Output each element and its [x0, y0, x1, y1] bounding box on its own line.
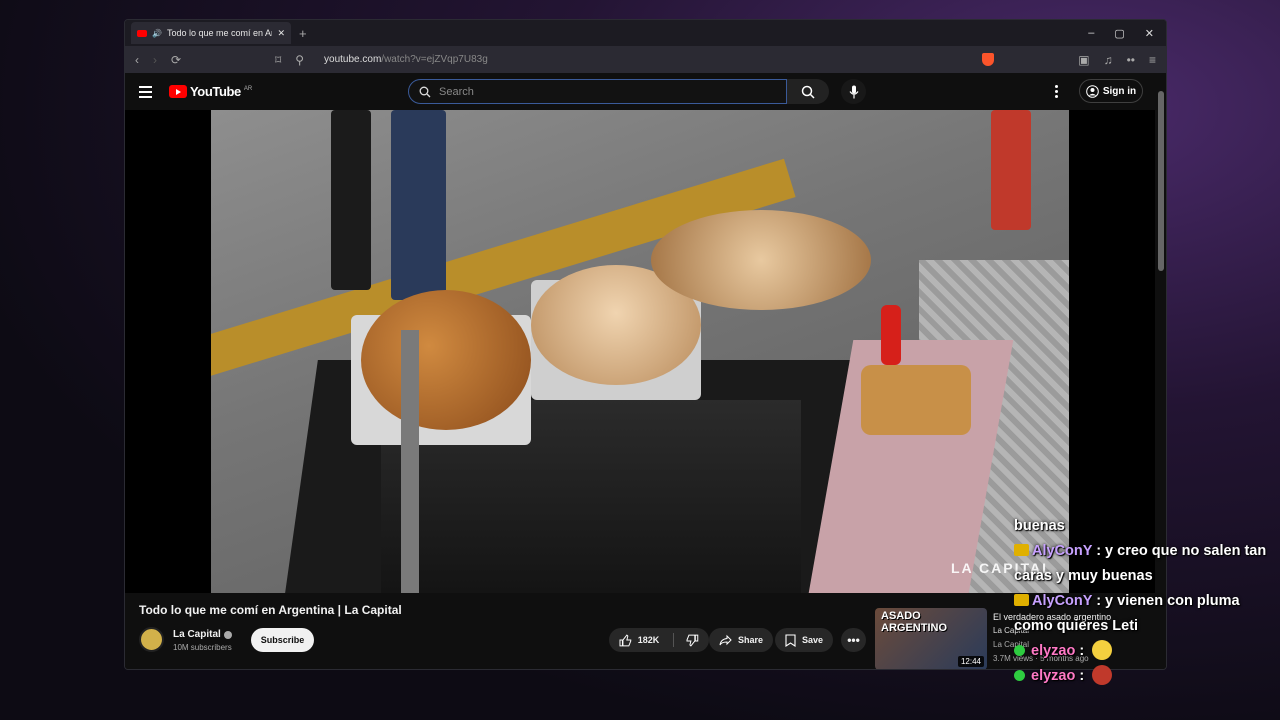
extension-icon[interactable]: •• [1127, 53, 1135, 67]
microphone-icon [849, 85, 858, 98]
reload-icon[interactable]: ⟳ [171, 53, 181, 67]
chat-username: AlyConY [1032, 543, 1093, 559]
sandwich-pile [651, 210, 871, 310]
back-arrow-icon[interactable]: ‹ [135, 53, 139, 67]
bookmark-icon[interactable]: ⌑ [275, 53, 281, 67]
video-info-panel: Todo lo que me comí en Argentina | La Ca… [125, 593, 1155, 669]
close-tab-icon[interactable]: ✕ [277, 28, 285, 39]
hamburger-menu-icon[interactable] [139, 85, 152, 98]
crown-badge-icon [1014, 544, 1029, 556]
sign-in-label: Sign in [1102, 85, 1137, 97]
pedestrian [331, 110, 371, 290]
pedestrian [391, 110, 446, 300]
video-title: Todo lo que me comí en Argentina | La Ca… [139, 603, 402, 617]
youtube-favicon-icon [137, 29, 147, 37]
video-frame[interactable]: LA CAPITAL [211, 110, 1069, 593]
close-window-button[interactable]: ✕ [1145, 27, 1154, 40]
sidebar-toggle-icon[interactable]: ▣ [1078, 53, 1089, 67]
cart-pole [401, 330, 419, 593]
address-bar: ‹ › ⟳ ⌑ ⚲ youtube.com/watch?v=ejZVqp7U83… [125, 46, 1166, 73]
tab-strip: 🔊 Todo lo que me comí en Arge ✕ + – ▢ ✕ [125, 20, 1166, 46]
chat-username: elyzao [1031, 668, 1076, 684]
search-icon [419, 86, 431, 97]
thumbs-down-icon[interactable] [686, 634, 699, 647]
chat-username: elyzao [1031, 643, 1076, 659]
pedestrian [991, 110, 1031, 230]
green-badge-icon [1014, 670, 1025, 681]
chat-message: buenas [1014, 514, 1280, 539]
chat-text: buenas [1014, 518, 1065, 534]
youtube-logo[interactable]: YouTube AR [169, 84, 252, 99]
media-icon[interactable]: ♫ [1104, 53, 1113, 67]
share-button[interactable]: Share [709, 628, 774, 652]
channel-avatar[interactable] [139, 627, 164, 652]
chat-message: elyzao : [1014, 664, 1280, 689]
search-box [408, 79, 787, 104]
video-player[interactable]: LA CAPITAL [125, 110, 1155, 593]
recommended-thumbnail[interactable]: ASADO ARGENTINO 12:44 [875, 608, 987, 669]
save-button[interactable]: Save [775, 628, 834, 652]
new-tab-button[interactable]: + [299, 26, 307, 41]
minimize-button[interactable]: – [1088, 27, 1094, 40]
search-icon [801, 85, 815, 99]
chat-message: AlyConY : y vienen con pluma como quiere… [1014, 589, 1280, 639]
maximize-button[interactable]: ▢ [1114, 27, 1124, 40]
site-settings-icon[interactable]: ⚲ [295, 53, 304, 67]
video-duration: 12:44 [957, 656, 984, 667]
more-horizontal-icon: ••• [847, 633, 860, 647]
empanada-pile [361, 290, 531, 430]
bread-board [861, 365, 971, 435]
tab-active[interactable]: 🔊 Todo lo que me comí en Arge ✕ [131, 22, 291, 44]
country-code: AR [243, 86, 253, 92]
search-button[interactable] [787, 79, 829, 104]
green-badge-icon [1014, 645, 1025, 656]
search-input[interactable] [439, 85, 739, 98]
more-actions-button[interactable]: ••• [841, 628, 866, 652]
channel-name[interactable]: La Capital [173, 629, 232, 640]
window-controls: – ▢ ✕ [1088, 27, 1166, 40]
brave-shield-icon[interactable] [982, 53, 995, 66]
thumbnail-title: ASADO ARGENTINO [881, 610, 947, 634]
youtube-logo-text: YouTube [190, 84, 241, 99]
share-icon [719, 634, 732, 645]
bookmark-icon [785, 633, 796, 647]
crown-badge-icon [1014, 594, 1029, 606]
like-count: 182K [637, 635, 660, 645]
browser-window: 🔊 Todo lo que me comí en Arge ✕ + – ▢ ✕ … [124, 19, 1167, 670]
account-icon [1086, 84, 1099, 98]
youtube-header: YouTube AR Sign in [125, 73, 1166, 110]
chat-text: : [1075, 668, 1089, 684]
chat-message: elyzao : [1014, 639, 1280, 664]
thumbs-up-icon [619, 633, 632, 646]
settings-more-icon[interactable] [1055, 85, 1058, 98]
share-label: Share [738, 635, 764, 645]
youtube-play-icon [169, 85, 187, 98]
tab-title: Todo lo que me comí en Arge [166, 28, 273, 38]
chat-text: : [1075, 643, 1089, 659]
voice-search-button[interactable] [841, 79, 866, 104]
verified-icon [223, 630, 232, 639]
chat-message: AlyConY : y creo que no salen tan caras … [1014, 539, 1280, 589]
menu-icon[interactable]: ≡ [1149, 53, 1156, 67]
save-label: Save [802, 635, 824, 645]
ketchup-bottle [881, 305, 901, 365]
emote-icon [1092, 665, 1113, 685]
like-button[interactable]: 182K [609, 628, 709, 652]
url-host: youtube.com [324, 54, 382, 65]
subscribe-button[interactable]: Subscribe [251, 628, 314, 652]
scrollbar-thumb[interactable] [1158, 91, 1164, 271]
subscriber-count: 10M subscribers [173, 643, 232, 652]
url-field[interactable]: youtube.com/watch?v=ejZVqp7U83g [324, 54, 488, 65]
chat-username: AlyConY [1032, 593, 1093, 609]
channel-name-text: La Capital [173, 629, 221, 640]
url-path: /watch?v=ejZVqp7U83g [381, 54, 488, 65]
speaker-icon[interactable]: 🔊 [152, 29, 162, 38]
forward-arrow-icon[interactable]: › [153, 53, 157, 67]
emote-icon [1092, 640, 1113, 660]
sign-in-button[interactable]: Sign in [1079, 79, 1143, 103]
like-dislike-divider [673, 633, 675, 647]
stream-chat-overlay: buenas AlyConY : y creo que no salen tan… [1014, 514, 1280, 689]
toolbar-right: ▣ ♫ •• ≡ [982, 53, 1156, 67]
